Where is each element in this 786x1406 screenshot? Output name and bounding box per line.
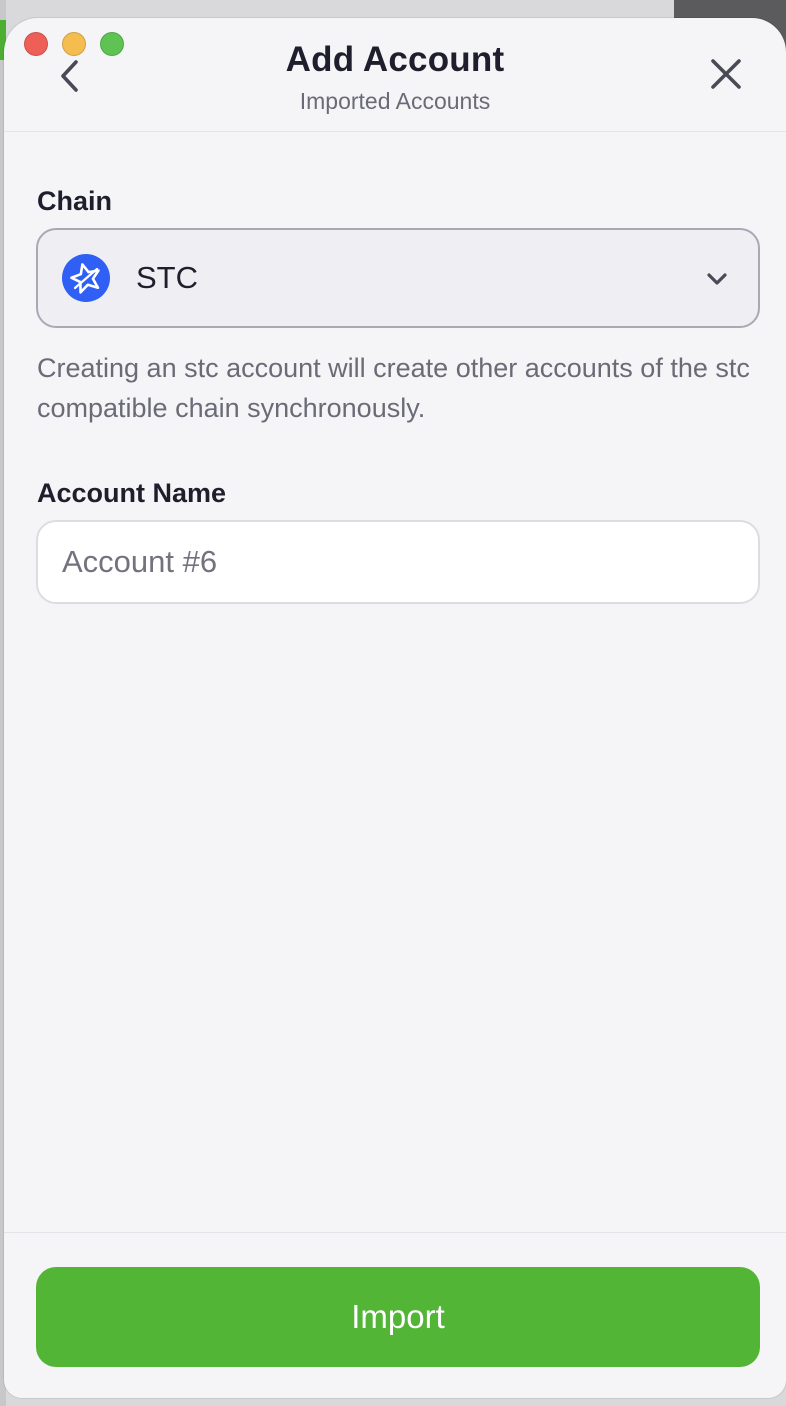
close-button[interactable] <box>702 50 750 98</box>
footer: Import <box>4 1232 786 1398</box>
import-button[interactable]: Import <box>36 1267 760 1367</box>
chain-select[interactable]: STC <box>36 228 760 328</box>
close-icon <box>711 59 741 89</box>
window-controls <box>24 32 124 56</box>
window-close-button[interactable] <box>24 32 48 56</box>
stc-star-icon <box>62 254 110 302</box>
account-name-label: Account Name <box>37 478 227 508</box>
chain-label: Chain <box>37 186 113 216</box>
chain-hint-text: Creating an stc account will create othe… <box>37 353 750 423</box>
add-account-window: Add Account Imported Accounts Chain STC … <box>4 18 786 1398</box>
page-subtitle: Imported Accounts <box>299 88 491 114</box>
chevron-down-icon <box>702 264 732 294</box>
window-minimize-button[interactable] <box>62 32 86 56</box>
chain-selected-value: STC <box>136 260 198 295</box>
window-zoom-button[interactable] <box>100 32 124 56</box>
account-name-input[interactable] <box>36 520 760 604</box>
